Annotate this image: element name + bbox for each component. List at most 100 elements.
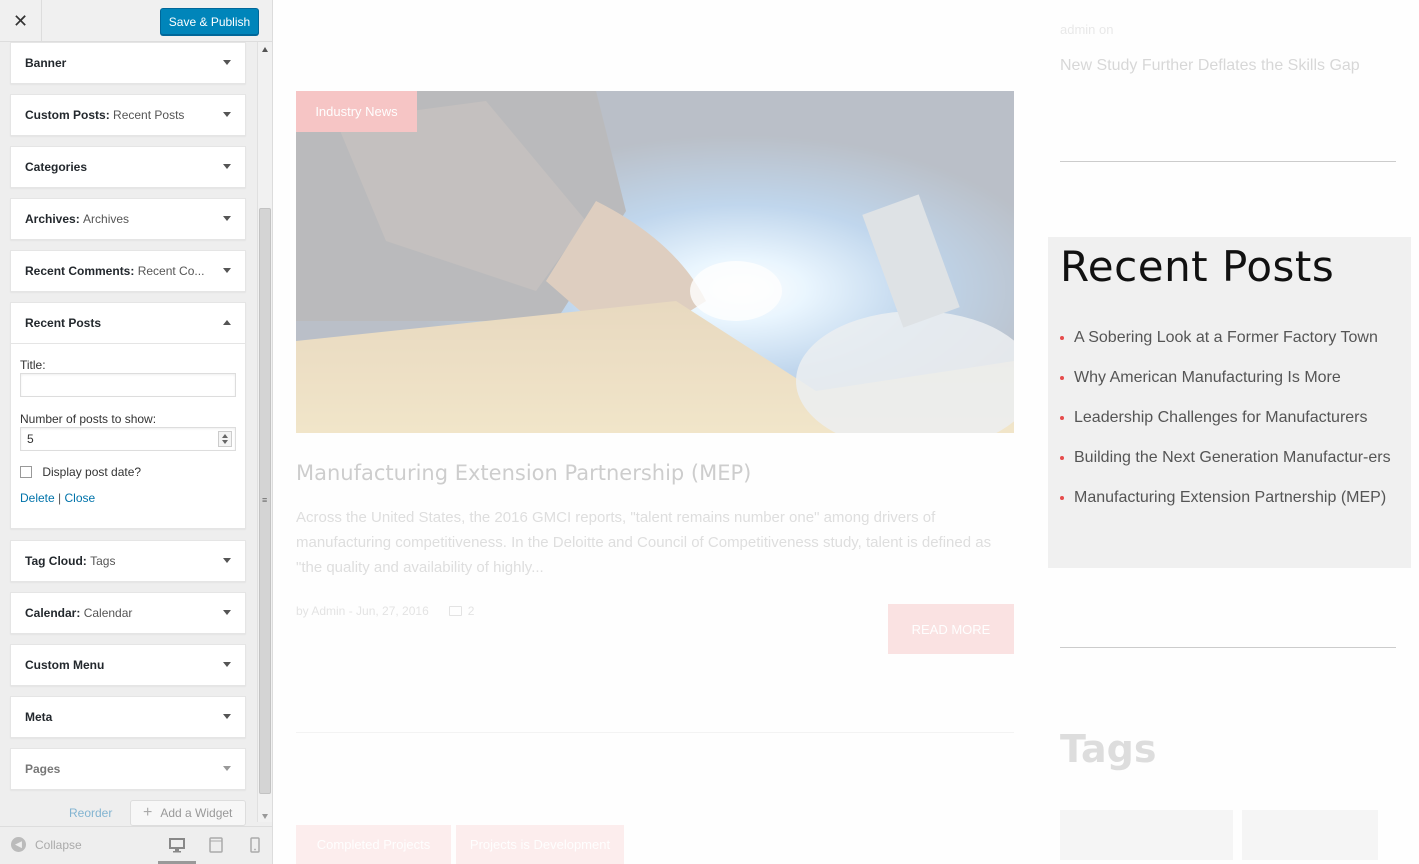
recent-post-link[interactable]: A Sobering Look at a Former Factory Town: [1060, 325, 1398, 350]
widget-title: Custom Posts: Recent Posts: [25, 108, 185, 122]
post-tag[interactable]: Completed Projects: [296, 825, 451, 864]
scroll-down-icon[interactable]: [262, 814, 268, 819]
widget-tag-cloud[interactable]: Tag Cloud: Tags: [10, 540, 246, 582]
caret-down-icon[interactable]: [223, 766, 231, 771]
widget-custom-menu[interactable]: Custom Menu: [10, 644, 246, 686]
caret-down-icon[interactable]: [223, 662, 231, 667]
tag-cloud-item[interactable]: [1242, 810, 1378, 860]
widget-title: Banner: [25, 56, 67, 70]
add-widget-button[interactable]: + Add a Widget: [130, 800, 246, 826]
bullet-icon: [1060, 456, 1064, 460]
bullet-icon: [1060, 496, 1064, 500]
customizer-header: ✕ Save & Publish: [0, 0, 272, 42]
caret-down-icon[interactable]: [223, 610, 231, 615]
reorder-link[interactable]: Reorder: [69, 806, 112, 820]
post-featured-image[interactable]: [296, 91, 1014, 433]
desktop-device-icon[interactable]: [169, 837, 185, 853]
recent-post-link[interactable]: Why American Manufacturing Is More: [1060, 365, 1398, 390]
date-label: Display post date?: [42, 464, 142, 479]
widget-title: Archives: Archives: [25, 212, 130, 226]
widget-title: Pages: [25, 762, 61, 776]
save-publish-button[interactable]: Save & Publish: [160, 8, 259, 35]
sidebar-divider: [1060, 161, 1396, 162]
collapse-label: Collapse: [35, 837, 82, 852]
plus-icon: +: [143, 804, 153, 821]
date-option: Display post date?: [20, 464, 236, 479]
mobile-device-icon[interactable]: [247, 837, 263, 853]
widget-meta[interactable]: Meta: [10, 696, 246, 738]
widget-form: Title: Number of posts to show: Display …: [11, 343, 245, 528]
widget-banner[interactable]: Banner: [10, 42, 246, 84]
caret-down-icon[interactable]: [223, 558, 231, 563]
widget-title: Recent Posts: [25, 316, 102, 330]
display-date-checkbox[interactable]: [20, 465, 32, 478]
title-label: Title:: [20, 358, 46, 372]
post-meta: by Admin - Jun, 27, 2016 2: [296, 604, 474, 618]
collapse-arrow-icon: ◀: [11, 837, 26, 852]
comment-icon: [448, 606, 462, 616]
recent-post-link[interactable]: Building the Next Generation Manufactur-…: [1060, 445, 1398, 470]
recent-posts-widget: Recent Posts A Sobering Look at a Former…: [1048, 237, 1411, 568]
action-separator: |: [58, 490, 62, 505]
customizer-sidebar: ✕ Save & Publish Banner Custom Posts: Re…: [0, 0, 273, 864]
welding-photo: [296, 91, 1014, 433]
title-input[interactable]: [20, 373, 236, 397]
count-input[interactable]: [20, 427, 236, 451]
read-more-button[interactable]: READ MORE: [888, 604, 1014, 654]
caret-down-icon[interactable]: [223, 112, 231, 117]
caret-up-icon[interactable]: [223, 320, 231, 325]
caret-down-icon[interactable]: [223, 60, 231, 65]
comment-count[interactable]: 2: [468, 604, 475, 618]
widget-title: Tag Cloud: Tags: [25, 554, 116, 568]
post-divider: [296, 732, 1014, 733]
bullet-icon: [1060, 376, 1064, 380]
widget-title: Meta: [25, 710, 53, 724]
stepper-arrows-icon[interactable]: [218, 431, 232, 447]
tablet-device-icon[interactable]: [208, 837, 224, 853]
scroll-up-icon[interactable]: [262, 47, 268, 52]
widget-calendar[interactable]: Calendar: Calendar: [10, 592, 246, 634]
post-excerpt: Across the United States, the 2016 GMCI …: [296, 509, 992, 576]
widget-pages[interactable]: Pages: [10, 748, 246, 790]
post-tag[interactable]: Projects is Development: [456, 825, 624, 864]
category-badge[interactable]: Industry News: [296, 91, 417, 132]
close-customizer-button[interactable]: ✕: [0, 0, 42, 42]
post-title[interactable]: Manufacturing Extension Partnership (MEP…: [296, 461, 751, 485]
widget-categories[interactable]: Categories: [10, 146, 246, 188]
caret-down-icon[interactable]: [223, 164, 231, 169]
site-preview: Industry News Manufacturing Extension Pa…: [273, 0, 1419, 864]
caret-down-icon[interactable]: [223, 714, 231, 719]
close-icon: ✕: [12, 10, 29, 31]
count-label: Number of posts to show:: [20, 412, 157, 426]
recent-posts-title: Recent Posts: [1060, 242, 1335, 291]
widget-title: Categories: [25, 160, 88, 174]
sidebar-post-link[interactable]: New Study Further Deflates the Skills Ga…: [1060, 57, 1360, 75]
widget-actions: Delete | Close: [20, 491, 236, 505]
post-author-meta: admin on: [1060, 22, 1114, 37]
widget-title: Custom Menu: [25, 658, 105, 672]
bullet-icon: [1060, 416, 1064, 420]
add-widget-label: Add a Widget: [160, 806, 233, 820]
widget-title: Recent Comments: Recent Co...: [25, 264, 205, 278]
customizer-footer: ◀ Collapse: [0, 826, 272, 864]
scroll-grip-icon: ≡: [262, 495, 268, 505]
collapse-button[interactable]: ◀ Collapse: [11, 837, 82, 852]
tags-widget-title: Tags: [1060, 727, 1157, 771]
bullet-icon: [1060, 336, 1064, 340]
post-byline: by Admin - Jun, 27, 2016: [296, 604, 429, 618]
widget-recent-posts[interactable]: Recent Posts Title: Number of posts to s…: [10, 302, 246, 529]
recent-post-link[interactable]: Leadership Challenges for Manufacturers: [1060, 405, 1398, 430]
tag-cloud-item[interactable]: [1060, 810, 1233, 860]
close-link[interactable]: Close: [65, 491, 96, 505]
widget-custom-posts[interactable]: Custom Posts: Recent Posts: [10, 94, 246, 136]
count-stepper-wrap: [20, 427, 236, 453]
widget-archives[interactable]: Archives: Archives: [10, 198, 246, 240]
caret-down-icon[interactable]: [223, 216, 231, 221]
recent-post-link[interactable]: Manufacturing Extension Partnership (MEP…: [1060, 485, 1398, 510]
sidebar-divider: [1060, 647, 1396, 648]
widget-recent-comments[interactable]: Recent Comments: Recent Co...: [10, 250, 246, 292]
caret-down-icon[interactable]: [223, 268, 231, 273]
delete-link[interactable]: Delete: [20, 491, 55, 505]
recent-posts-list: A Sobering Look at a Former Factory Town…: [1060, 325, 1398, 525]
widget-title: Calendar: Calendar: [25, 606, 133, 620]
